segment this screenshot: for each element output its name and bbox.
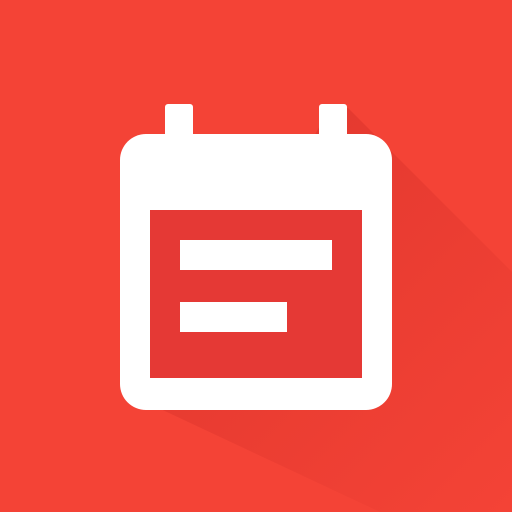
calendar-page xyxy=(150,210,362,378)
agenda-line-short xyxy=(180,302,287,332)
app-icon[interactable] xyxy=(0,0,512,512)
calendar-agenda-icon xyxy=(0,0,512,512)
agenda-line-long xyxy=(180,240,332,270)
